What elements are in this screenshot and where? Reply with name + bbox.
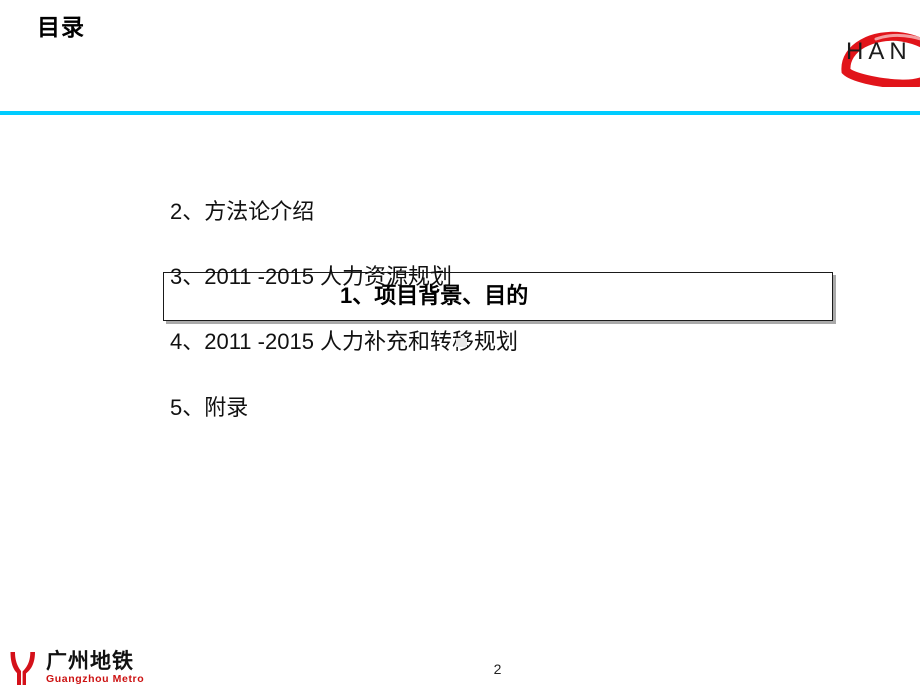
- header-divider: [0, 111, 920, 115]
- page-number: 2: [493, 661, 502, 677]
- page-title: 目录: [37, 14, 85, 40]
- footer-logo: 广州地铁 Guangzhou Metro: [8, 650, 144, 688]
- hand-swoosh-logo-icon: HAN: [841, 31, 920, 87]
- brand-logo: HAN: [836, 27, 920, 87]
- slide-canvas: 目录 HAN 1、项目背景、目的 2、方法论介绍 3、2011 -2015 人力…: [0, 0, 920, 690]
- scan-artifact: [456, 338, 467, 347]
- footer-logo-en: Guangzhou Metro: [46, 673, 145, 686]
- svg-text:HAN: HAN: [846, 38, 912, 65]
- guangzhou-metro-mark-icon: [10, 652, 35, 685]
- footer-logo-cn: 广州地铁: [46, 650, 134, 673]
- agenda-item-5[interactable]: 5、附录: [170, 395, 248, 421]
- agenda-item-2[interactable]: 2、方法论介绍: [170, 199, 314, 225]
- agenda-item-3[interactable]: 3、2011 -2015 人力资源规划: [170, 264, 452, 290]
- footer-logo-text: 广州地铁 Guangzhou Metro: [46, 650, 144, 686]
